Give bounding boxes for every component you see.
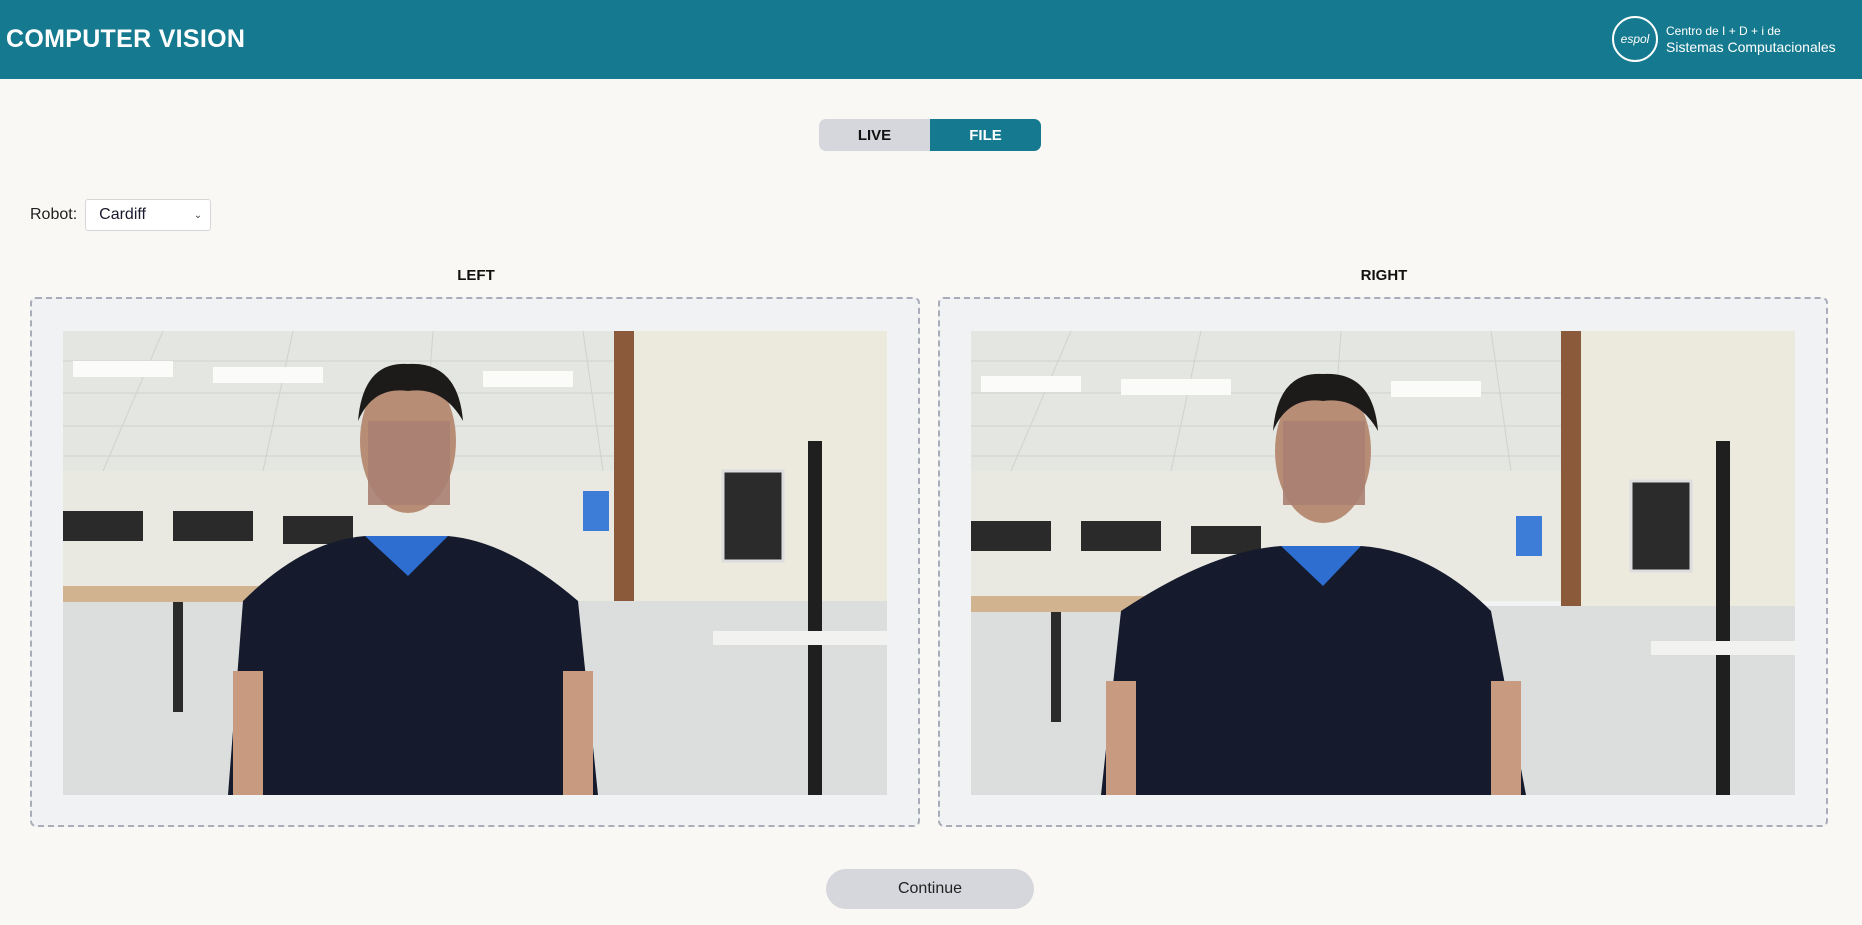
right-camera-frame-graphic (971, 331, 1795, 795)
chevron-down-icon: ⌄ (193, 209, 203, 221)
right-camera-panel (938, 297, 1828, 827)
right-camera-image (971, 331, 1795, 795)
left-camera-title: LEFT (457, 267, 495, 284)
robot-select[interactable]: Cardiff ⌄ (85, 199, 212, 231)
left-camera-panel (30, 297, 920, 827)
top-bar: COMPUTER VISION espol Centro de I + D + … (0, 0, 1862, 79)
brand: espol Centro de I + D + i de Sistemas Co… (1612, 16, 1836, 62)
live-mode-button[interactable]: LIVE (819, 119, 930, 151)
continue-button[interactable]: Continue (826, 869, 1034, 909)
brand-line-2: Sistemas Computacionales (1666, 39, 1836, 55)
brand-logo-text: espol (1620, 32, 1650, 46)
robot-label: Robot: (30, 206, 78, 223)
brand-line-1: Centro de I + D + i de (1666, 24, 1781, 38)
robot-select-value: Cardiff (99, 206, 146, 223)
left-camera-image (63, 331, 887, 795)
espol-logo-icon: espol (1612, 16, 1658, 62)
file-mode-button[interactable]: FILE (930, 119, 1041, 151)
brand-text: Centro de I + D + i de Sistemas Computac… (1666, 23, 1836, 55)
robot-row: Robot: Cardiff ⌄ (30, 199, 212, 231)
right-camera-title: RIGHT (1360, 267, 1408, 284)
app-title: COMPUTER VISION (6, 25, 246, 53)
left-camera-frame-graphic (63, 331, 887, 795)
mode-toggle: LIVE FILE (819, 119, 1041, 151)
